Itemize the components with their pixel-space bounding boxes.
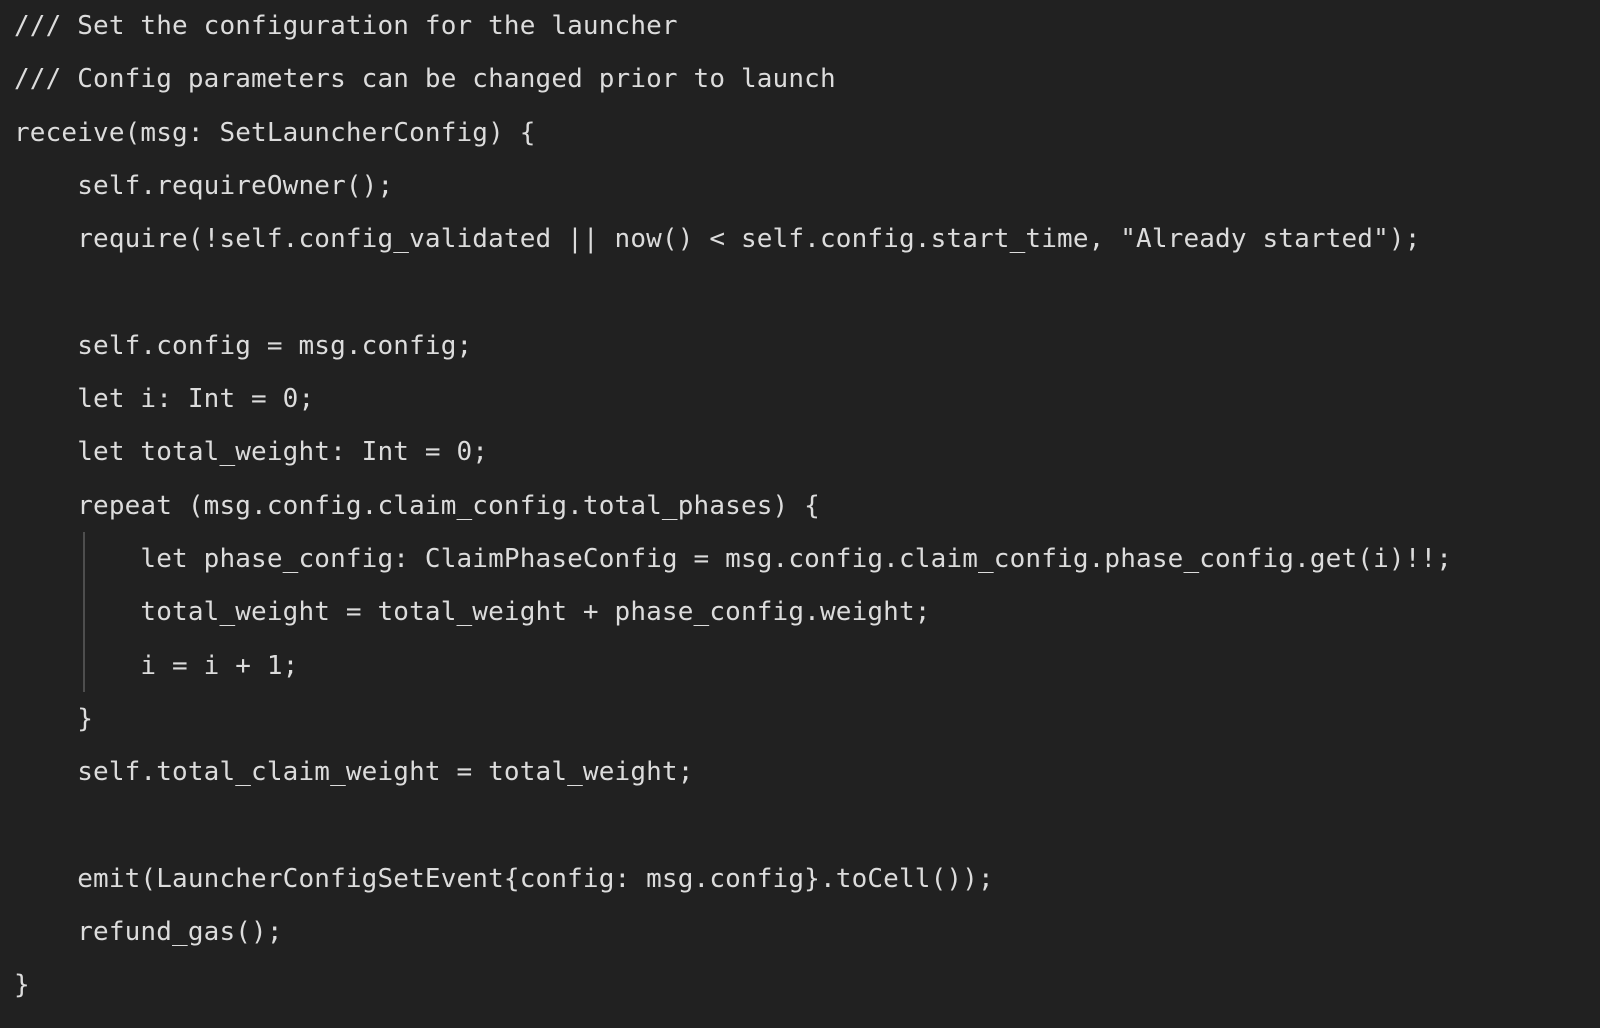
code-line[interactable]: let total_weight: Int = 0;: [14, 426, 1600, 479]
code-line[interactable]: self.requireOwner();: [14, 160, 1600, 213]
code-line[interactable]: let phase_config: ClaimPhaseConfig = msg…: [14, 533, 1600, 586]
code-line[interactable]: emit(LauncherConfigSetEvent{config: msg.…: [14, 853, 1600, 906]
code-line[interactable]: }: [14, 959, 1600, 1012]
code-line[interactable]: let i: Int = 0;: [14, 373, 1600, 426]
code-editor-viewport[interactable]: /// Set the configuration for the launch…: [0, 0, 1600, 1028]
code-line[interactable]: self.total_claim_weight = total_weight;: [14, 746, 1600, 799]
code-content[interactable]: /// Set the configuration for the launch…: [14, 0, 1600, 1013]
code-line[interactable]: }: [14, 693, 1600, 746]
code-line[interactable]: /// Set the configuration for the launch…: [14, 0, 1600, 53]
code-line[interactable]: /// Config parameters can be changed pri…: [14, 53, 1600, 106]
code-line[interactable]: i = i + 1;: [14, 640, 1600, 693]
code-line[interactable]: total_weight = total_weight + phase_conf…: [14, 586, 1600, 639]
code-line[interactable]: refund_gas();: [14, 906, 1600, 959]
code-line[interactable]: require(!self.config_validated || now() …: [14, 213, 1600, 266]
code-line[interactable]: [14, 266, 1600, 319]
code-line[interactable]: receive(msg: SetLauncherConfig) {: [14, 107, 1600, 160]
code-line[interactable]: repeat (msg.config.claim_config.total_ph…: [14, 480, 1600, 533]
code-line[interactable]: [14, 799, 1600, 852]
code-line[interactable]: self.config = msg.config;: [14, 320, 1600, 373]
